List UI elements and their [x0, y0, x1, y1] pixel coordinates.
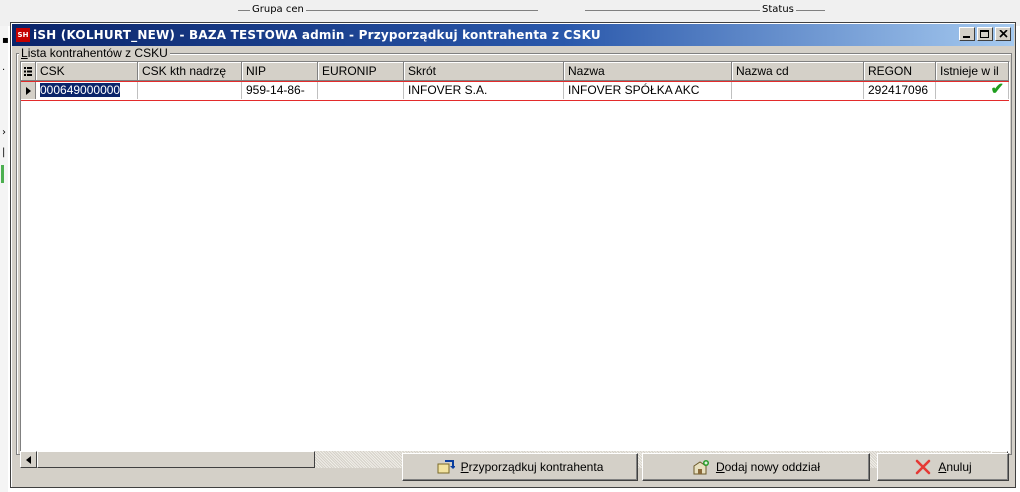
grid-header: CSK CSK kth nadrzę NIP EURONIP Skrót Naz…: [21, 62, 1009, 81]
cell-nazwa[interactable]: INFOVER SPÓŁKA AKC: [564, 82, 732, 99]
column-chooser-button[interactable]: [21, 62, 36, 81]
cell-euronip[interactable]: [318, 82, 404, 99]
add-branch-button[interactable]: Dodaj nowy oddział: [642, 453, 870, 481]
close-button[interactable]: [995, 27, 1011, 41]
cancel-button[interactable]: Anuluj: [877, 453, 1009, 481]
minimize-icon: [963, 36, 970, 38]
app-icon: SH: [16, 28, 30, 42]
background-tick: ·: [2, 65, 6, 76]
cell-csk[interactable]: 000649000000: [36, 82, 138, 99]
list-icon: [24, 66, 32, 76]
column-header-csk[interactable]: CSK: [36, 62, 138, 81]
column-header-nip[interactable]: NIP: [242, 62, 318, 81]
row-indicator: [21, 82, 36, 99]
background-group-label: Grupa cen: [250, 4, 306, 15]
maximize-icon: [980, 29, 989, 38]
cell-nip[interactable]: 959-14-86-: [242, 82, 318, 99]
background-tick: ▪: [2, 35, 9, 46]
column-header-skrot[interactable]: Skrót: [404, 62, 564, 81]
close-icon: [998, 30, 1008, 38]
cell-csk-kth[interactable]: [138, 82, 242, 99]
column-header-istnieje[interactable]: Istnieje w il: [936, 62, 1009, 81]
add-branch-icon: [692, 459, 710, 475]
close-x-icon: [914, 459, 932, 475]
scroll-left-button[interactable]: [20, 451, 37, 468]
assign-icon: [437, 459, 455, 475]
arrow-left-icon: [26, 455, 31, 464]
dialog-window: SH iSH (KOLHURT_NEW) - BAZA TESTOWA admi…: [10, 22, 1016, 488]
column-header-nazwa[interactable]: Nazwa: [564, 62, 732, 81]
column-header-nazwa-cd[interactable]: Nazwa cd: [732, 62, 864, 81]
row-pointer-icon: [25, 86, 31, 95]
background-tick: ›: [2, 127, 6, 138]
background-status-label: Status: [760, 4, 796, 15]
cell-istnieje-checkmark-icon[interactable]: ✔: [936, 82, 1009, 99]
cell-nazwa-cd[interactable]: [732, 82, 864, 99]
cell-regon[interactable]: 292417096: [864, 82, 936, 99]
contractor-grid[interactable]: CSK CSK kth nadrzę NIP EURONIP Skrót Naz…: [20, 61, 1010, 453]
background-tick: |: [2, 147, 6, 158]
background-left-edge: [0, 26, 8, 492]
window-title: iSH (KOLHURT_NEW) - BAZA TESTOWA admin -…: [33, 28, 601, 42]
maximize-button[interactable]: [977, 27, 993, 41]
title-bar[interactable]: SH iSH (KOLHURT_NEW) - BAZA TESTOWA admi…: [12, 24, 1014, 46]
cell-skrot[interactable]: INFOVER S.A.: [404, 82, 564, 99]
contractor-list-label: Lista kontrahentów z CSKU: [19, 46, 170, 60]
table-row[interactable]: 000649000000 959-14-86- INFOVER S.A. INF…: [21, 81, 1009, 101]
assign-contractor-button[interactable]: Przyporządkuj kontrahenta: [402, 453, 638, 481]
window-controls: [957, 27, 1011, 41]
minimize-button[interactable]: [959, 27, 975, 41]
column-header-regon[interactable]: REGON: [864, 62, 936, 81]
scroll-thumb[interactable]: [37, 451, 315, 468]
background-green-marker: [1, 165, 4, 183]
column-header-euronip[interactable]: EURONIP: [318, 62, 404, 81]
column-header-csk-kth[interactable]: CSK kth nadrzę: [138, 62, 242, 81]
